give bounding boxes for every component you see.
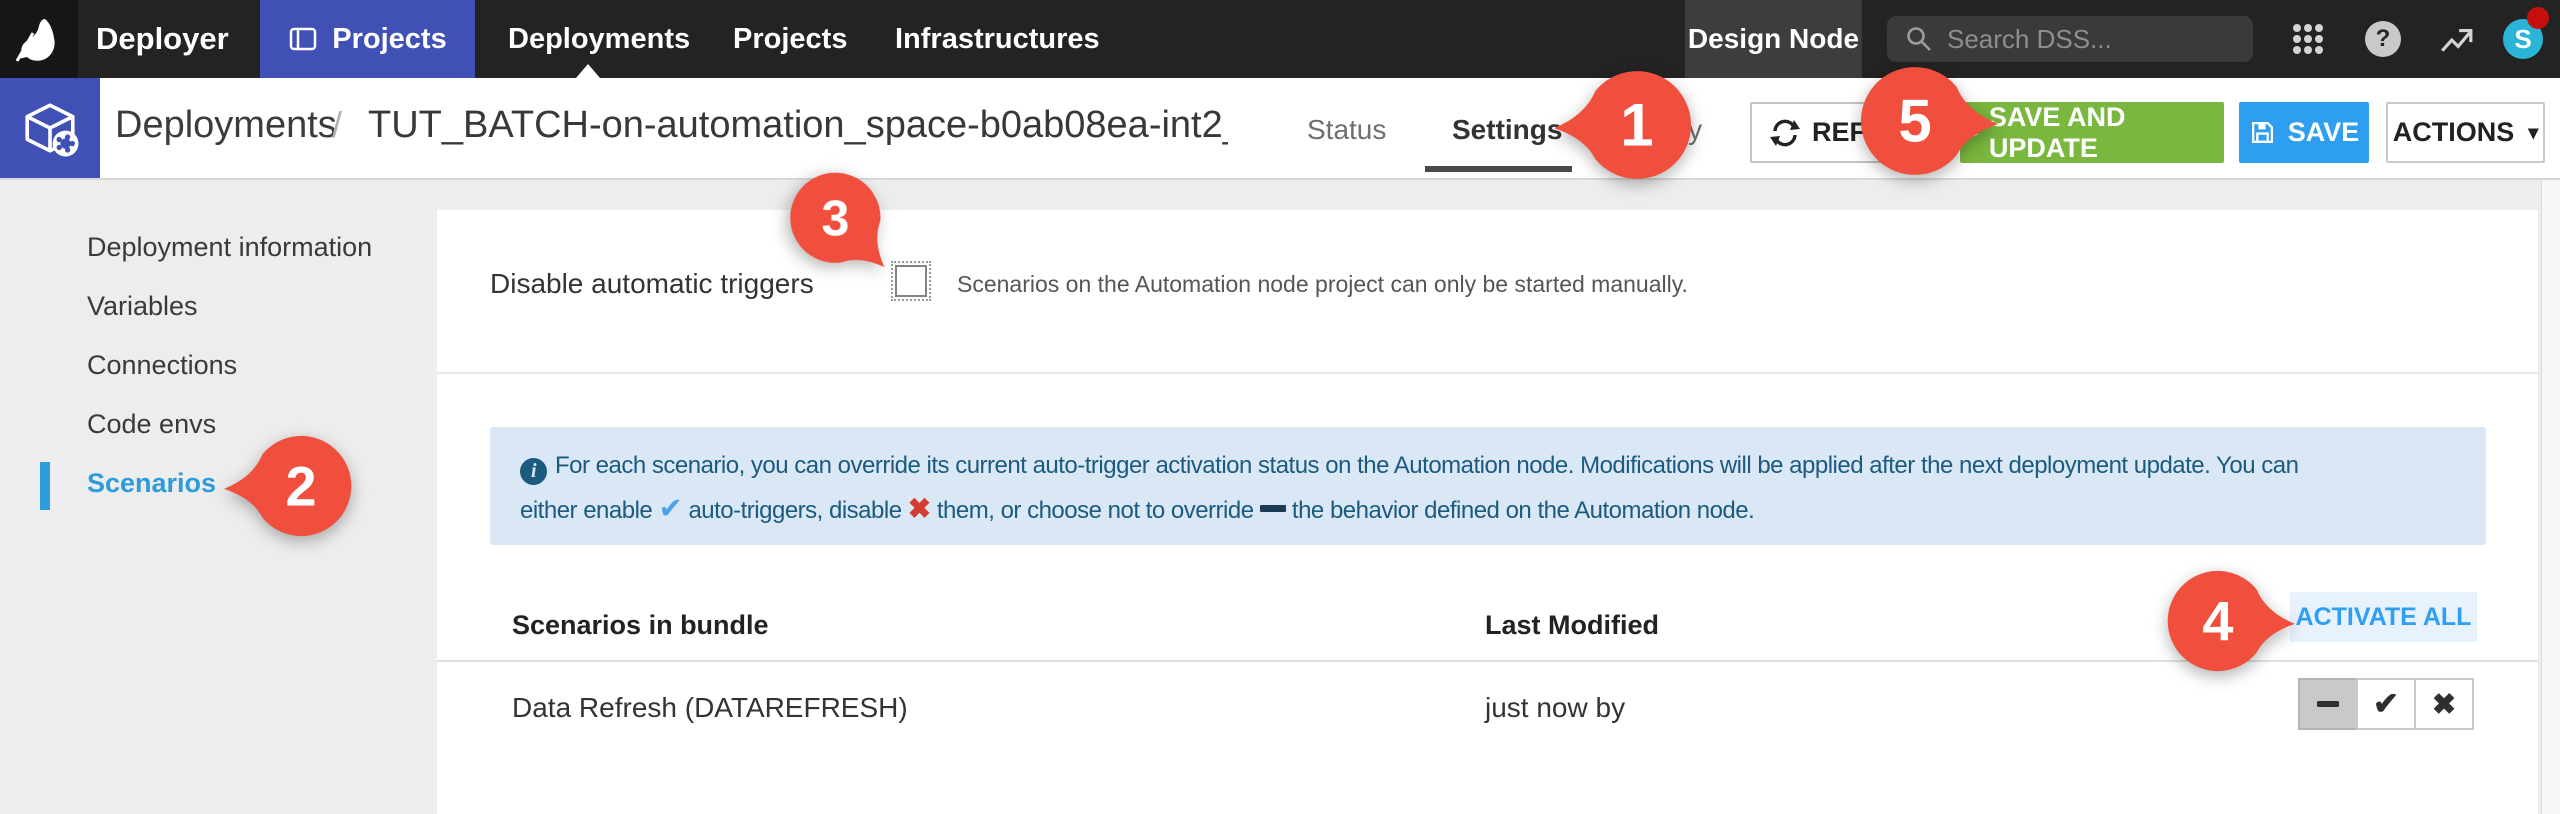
minus-icon xyxy=(2317,701,2339,707)
svg-text:4: 4 xyxy=(2202,589,2233,652)
scenario-name: Data Refresh (DATAREFRESH) xyxy=(512,692,908,723)
active-tab-underline xyxy=(1425,166,1572,172)
svg-text:3: 3 xyxy=(821,190,849,246)
save-label: SAVE xyxy=(2287,117,2360,147)
app-logo[interactable] xyxy=(0,0,78,78)
nav-link-infrastructures[interactable]: Infrastructures xyxy=(895,0,1100,78)
search-input[interactable]: Search DSS... xyxy=(1887,16,2253,62)
disable-triggers-label: Disable automatic triggers xyxy=(490,268,814,299)
actions-dropdown-button[interactable]: ACTIONS ▾ xyxy=(2386,102,2545,163)
sidebar-item-connections[interactable]: Connections xyxy=(87,350,237,381)
scenario-override-toggle: ✔ ✖ xyxy=(2298,678,2474,730)
package-cube-icon xyxy=(25,103,79,157)
breadcrumb-deployment-name: TUT_BATCH-on-automation_space-b0ab08ea-i… xyxy=(368,104,1228,146)
column-header-scenarios: Scenarios in bundle xyxy=(512,610,769,640)
sidebar-item-scenarios[interactable]: Scenarios xyxy=(87,468,216,499)
top-navbar: Deployer Projects Deployments Projects I… xyxy=(0,0,2560,78)
nav-link-projects[interactable]: Projects xyxy=(733,0,847,78)
save-and-update-button[interactable]: ▶ SAVE AND UPDATE xyxy=(1960,102,2224,163)
scenarios-panel: Disable automatic triggers Scenarios on … xyxy=(437,210,2538,814)
actions-label: ACTIONS xyxy=(2392,117,2515,147)
settings-page: Deployment information Variables Connect… xyxy=(0,180,2560,814)
monitoring-button[interactable] xyxy=(2438,0,2474,78)
deployment-header: Deployments / TUT_BATCH-on-automation_sp… xyxy=(0,78,2560,180)
save-and-update-label: SAVE AND UPDATE xyxy=(1988,101,2126,163)
tab-status[interactable]: Status xyxy=(1307,114,1386,146)
svg-text:2: 2 xyxy=(286,454,317,517)
disable-cross-icon: ✖ xyxy=(907,493,931,524)
cross-icon: ✖ xyxy=(2431,688,2457,721)
disable-segment[interactable]: ✖ xyxy=(2414,678,2474,730)
sidebar-item-deployment-information[interactable]: Deployment information xyxy=(87,232,372,263)
caret-down-icon: ▾ xyxy=(2528,122,2539,144)
trend-arrow-icon xyxy=(2441,28,2473,52)
node-badge: Design Node xyxy=(1685,0,1862,78)
info-note-line2: either enable ✔ auto-triggers, disable ✖… xyxy=(520,493,1755,525)
help-button[interactable]: ? xyxy=(2365,0,2401,78)
callout-4-activate-all: 4 xyxy=(2167,570,2295,672)
section-divider xyxy=(437,372,2538,374)
refresh-icon xyxy=(1770,119,1800,146)
activate-all-button[interactable]: ACTIVATE ALL xyxy=(2290,592,2477,642)
product-title: Deployer xyxy=(96,21,229,56)
tab-settings[interactable]: Settings xyxy=(1452,114,1562,146)
callout-2-scenarios-item: 2 xyxy=(224,435,352,537)
projects-icon xyxy=(290,27,317,51)
scenario-last-modified: just now by xyxy=(1485,692,1626,723)
info-note: i For each scenario, you can override its… xyxy=(490,427,2486,545)
info-note-line1: i For each scenario, you can override its… xyxy=(520,444,2486,487)
no-override-segment[interactable] xyxy=(2298,678,2358,730)
save-button[interactable]: SAVE xyxy=(2239,102,2369,163)
deployment-type-badge xyxy=(0,78,100,178)
save-floppy-icon xyxy=(2251,122,2273,143)
column-header-last-modified: Last Modified xyxy=(1485,610,1659,640)
active-item-marker xyxy=(40,462,50,510)
svg-text:1: 1 xyxy=(1620,92,1653,159)
notification-badge xyxy=(2527,7,2549,29)
enable-segment[interactable]: ✔ xyxy=(2356,678,2416,730)
check-icon: ✔ xyxy=(2373,686,2399,721)
disable-triggers-help: Scenarios on the Automation node project… xyxy=(957,271,1688,297)
svg-text:5: 5 xyxy=(1898,88,1931,155)
nav-projects-label: Projects xyxy=(332,22,447,55)
breadcrumb-separator: / xyxy=(332,104,343,145)
no-override-minus-icon xyxy=(1259,505,1286,512)
enable-check-icon: ✔ xyxy=(658,493,683,525)
apps-grid-button[interactable] xyxy=(2290,0,2326,78)
info-icon: i xyxy=(520,458,547,485)
vertical-scrollbar[interactable] xyxy=(2541,180,2560,814)
help-icon: ? xyxy=(2365,21,2401,57)
search-icon xyxy=(1907,27,1931,51)
search-placeholder: Search DSS... xyxy=(1947,23,2112,54)
callout-1-settings-tab: 1 xyxy=(1554,71,1692,179)
dataiku-bird-icon xyxy=(15,19,55,62)
disable-triggers-checkbox[interactable] xyxy=(891,261,931,301)
nav-projects-button[interactable]: Projects xyxy=(260,0,475,78)
apps-grid-icon xyxy=(2293,24,2323,54)
breadcrumb-deployments[interactable]: Deployments xyxy=(115,104,337,147)
sidebar-item-code-envs[interactable]: Code envs xyxy=(87,409,216,440)
sidebar-item-variables[interactable]: Variables xyxy=(87,291,198,322)
active-nav-caret xyxy=(576,64,600,78)
callout-5-save-and-update: 5 xyxy=(1860,67,1998,175)
